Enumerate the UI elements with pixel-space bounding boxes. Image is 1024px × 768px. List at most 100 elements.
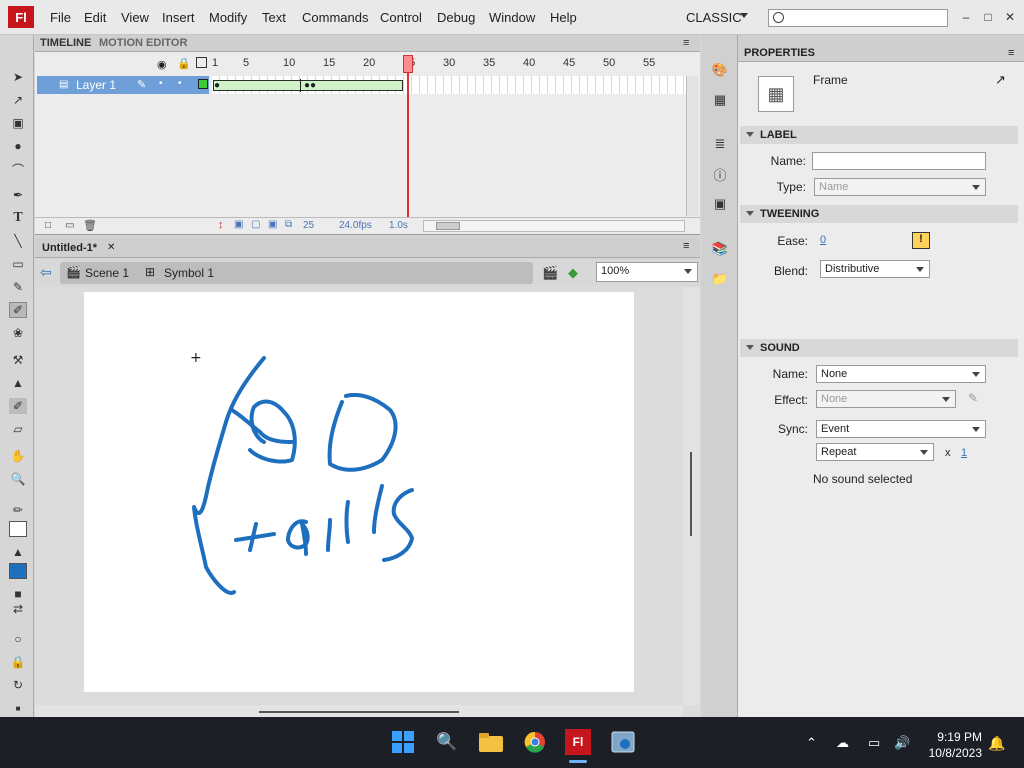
components-panel-icon[interactable]: 📁 bbox=[711, 270, 729, 288]
lock-dot[interactable]: • bbox=[178, 78, 182, 89]
panel-menu-icon[interactable]: ≡ bbox=[1008, 47, 1014, 59]
stage-vscroll-thumb[interactable] bbox=[690, 452, 692, 536]
stage-vscroll[interactable] bbox=[683, 287, 700, 705]
menu-insert[interactable]: Insert bbox=[162, 10, 195, 25]
edit-sound-icon[interactable]: ✎ bbox=[968, 391, 978, 405]
onion-skin-icon[interactable]: ▣ bbox=[234, 219, 243, 230]
paint-bucket-tool-icon[interactable]: ▲ bbox=[9, 375, 27, 391]
help-icon[interactable]: ↗ bbox=[995, 72, 1006, 88]
free-transform-tool-icon[interactable]: ▣ bbox=[9, 115, 27, 131]
info-panel-icon[interactable]: ⓘ bbox=[711, 165, 729, 183]
document-tab[interactable]: Untitled-1* bbox=[42, 242, 97, 254]
sound-section-header[interactable]: SOUND bbox=[740, 339, 1018, 357]
close-document-button[interactable]: ✕ bbox=[107, 242, 115, 253]
close-button[interactable]: ✕ bbox=[1002, 10, 1018, 24]
selection-tool-icon[interactable]: ➤ bbox=[9, 69, 27, 85]
clock-date[interactable]: 10/8/2023 bbox=[924, 746, 982, 760]
snap-to-objects-icon[interactable]: ○ bbox=[9, 631, 27, 647]
edit-multiple-frames-icon[interactable]: ▣ bbox=[268, 219, 277, 230]
effect-select[interactable]: None bbox=[816, 390, 956, 408]
zoom-tool-icon[interactable]: 🔍 bbox=[9, 471, 27, 487]
timeline-hscroll[interactable] bbox=[423, 220, 685, 232]
eraser-tool-icon[interactable]: ▱ bbox=[9, 421, 27, 437]
align-panel-icon[interactable]: ≣ bbox=[711, 135, 729, 153]
frame-ruler[interactable]: 1 5 10 15 20 25 30 35 40 45 50 55 bbox=[212, 55, 686, 75]
new-layer-icon[interactable]: □ bbox=[45, 220, 51, 231]
color-panel-icon[interactable]: 🎨 bbox=[711, 61, 729, 79]
menu-view[interactable]: View bbox=[121, 10, 149, 25]
lock-icon[interactable]: 🔒 bbox=[177, 57, 191, 70]
fill-color-swatch[interactable] bbox=[9, 563, 27, 579]
stroke-color-icon[interactable]: ✏ bbox=[9, 502, 27, 518]
lasso-tool-icon[interactable]: ⌒ bbox=[9, 161, 27, 177]
delete-layer-icon[interactable]: 🗑 bbox=[83, 219, 97, 232]
stage-hscroll-thumb[interactable] bbox=[259, 711, 459, 713]
layer-name[interactable]: Layer 1 bbox=[76, 78, 116, 92]
sync-select[interactable]: Event bbox=[816, 420, 986, 438]
chevron-down-icon[interactable] bbox=[740, 13, 748, 18]
menu-file[interactable]: File bbox=[50, 10, 71, 25]
menu-help[interactable]: Help bbox=[550, 10, 577, 25]
maximize-button[interactable]: □ bbox=[980, 10, 996, 24]
modify-markers-icon[interactable]: ⧉ bbox=[285, 219, 292, 230]
black-white-icon[interactable]: ■ bbox=[9, 586, 27, 602]
rectangle-tool-icon[interactable]: ▭ bbox=[9, 256, 27, 272]
text-tool-icon[interactable]: T bbox=[9, 210, 27, 226]
label-type-select[interactable]: Name bbox=[814, 178, 986, 196]
chrome-icon[interactable] bbox=[522, 729, 548, 755]
onedrive-icon[interactable]: ☁ bbox=[836, 735, 849, 751]
zoom-select[interactable]: 100% bbox=[596, 262, 698, 282]
timeline-vscroll[interactable] bbox=[686, 76, 698, 216]
chevron-up-icon[interactable]: ⌃ bbox=[806, 735, 817, 751]
3d-rotation-tool-icon[interactable]: ● bbox=[9, 138, 27, 154]
hand-tool-icon[interactable]: ✋ bbox=[9, 448, 27, 464]
repeat-count[interactable]: 1 bbox=[961, 447, 967, 459]
menu-edit[interactable]: Edit bbox=[84, 10, 106, 25]
stage-canvas[interactable]: + bbox=[84, 292, 634, 692]
menu-control[interactable]: Control bbox=[380, 10, 422, 25]
file-explorer-icon[interactable] bbox=[478, 729, 504, 755]
breadcrumb-symbol[interactable]: Symbol 1 bbox=[164, 266, 214, 280]
center-frame-icon[interactable]: ↕ bbox=[218, 219, 224, 231]
outline-icon[interactable] bbox=[196, 57, 207, 68]
subselection-tool-icon[interactable]: ↗ bbox=[9, 92, 27, 108]
layer-row[interactable]: ▤ Layer 1 ✎ • • bbox=[37, 76, 209, 94]
visibility-dot[interactable]: • bbox=[159, 78, 163, 89]
edit-symbols-icon[interactable]: ◆ bbox=[568, 265, 578, 281]
sound-name-select[interactable]: None bbox=[816, 365, 986, 383]
outline-color-swatch[interactable] bbox=[198, 79, 208, 89]
library-panel-icon[interactable]: 📚 bbox=[711, 240, 729, 258]
lock-fill-icon[interactable]: 🔒 bbox=[9, 654, 27, 670]
minimize-button[interactable]: – bbox=[958, 10, 974, 24]
label-section-header[interactable]: LABEL bbox=[740, 126, 1018, 144]
tab-timeline[interactable]: TIMELINE bbox=[40, 37, 91, 49]
tab-motion-editor[interactable]: MOTION EDITOR bbox=[99, 37, 187, 49]
menu-commands[interactable]: Commands bbox=[302, 10, 368, 25]
back-arrow-icon[interactable]: ⇦ bbox=[40, 264, 52, 281]
workspace-switcher[interactable]: CLASSIC bbox=[686, 10, 742, 25]
clock-time[interactable]: 9:19 PM bbox=[934, 730, 982, 744]
shape-tween-span[interactable]: ● ● ● bbox=[213, 79, 403, 92]
panel-menu-icon[interactable]: ≡ bbox=[683, 37, 689, 49]
transform-panel-icon[interactable]: ▣ bbox=[711, 195, 729, 213]
current-frame[interactable]: 25 bbox=[303, 220, 314, 231]
timeline-hscroll-thumb[interactable] bbox=[436, 222, 460, 230]
fill-color-icon[interactable]: ▲ bbox=[9, 544, 27, 560]
onion-outline-icon[interactable]: ▢ bbox=[251, 219, 260, 230]
tweening-section-header[interactable]: TWEENING bbox=[740, 205, 1018, 223]
help-search-input[interactable] bbox=[768, 9, 948, 27]
new-folder-icon[interactable]: ▭ bbox=[65, 220, 74, 231]
playhead[interactable] bbox=[403, 55, 413, 73]
repeat-select[interactable]: Repeat bbox=[816, 443, 934, 461]
stage-hscroll[interactable] bbox=[35, 705, 683, 717]
panel-menu-icon[interactable]: ≡ bbox=[683, 240, 689, 252]
display-icon[interactable]: ▭ bbox=[868, 735, 880, 751]
flash-taskbar-icon[interactable]: Fl bbox=[565, 729, 591, 755]
search-icon[interactable]: 🔍 bbox=[434, 729, 460, 755]
notifications-icon[interactable]: 🔔 bbox=[988, 735, 1005, 752]
edit-scene-icon[interactable]: 🎬 bbox=[542, 265, 558, 281]
blend-select[interactable]: Distributive bbox=[820, 260, 930, 278]
swap-colors-icon[interactable]: ⇄ bbox=[9, 601, 27, 617]
menu-text[interactable]: Text bbox=[262, 10, 286, 25]
app-taskbar-icon[interactable] bbox=[610, 729, 636, 755]
